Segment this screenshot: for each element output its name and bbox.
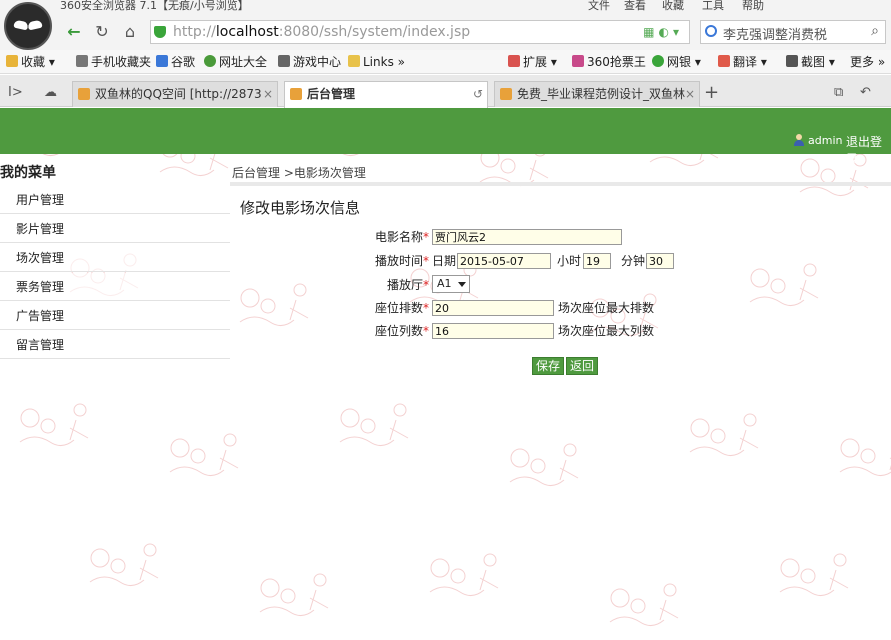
google-icon xyxy=(156,55,168,67)
sidebar-item-messages[interactable]: 留言管理 xyxy=(0,331,230,359)
url-field[interactable]: http://localhost:8080/ssh/system/index.j… xyxy=(150,20,690,44)
movie-name-label: 电影名称* xyxy=(375,230,430,244)
bookmark-screenshot[interactable]: 截图 ▾ xyxy=(786,54,835,70)
bookmark-links[interactable]: Links » xyxy=(348,54,405,70)
tab-course-design[interactable]: 免费_毕业课程范例设计_双鱼林 × xyxy=(494,81,700,107)
url-text: http://localhost:8080/ssh/system/index.j… xyxy=(173,24,471,40)
back-arrow-icon[interactable]: ← xyxy=(64,22,84,42)
security-shield-icon xyxy=(154,26,166,38)
sidebar-item-tickets[interactable]: 票务管理 xyxy=(0,273,230,301)
user-icon xyxy=(794,134,804,146)
hour-input[interactable] xyxy=(583,253,611,269)
admin-header: admin 退出登录 xyxy=(0,108,891,166)
new-tab-icon[interactable]: + xyxy=(704,81,719,105)
tab-favicon-icon xyxy=(290,88,302,100)
page-title: 修改电影场次信息 xyxy=(240,199,361,217)
chevron-down-icon xyxy=(458,282,466,287)
tab-list-icon[interactable]: ⧉ xyxy=(834,85,843,100)
seat-cols-label: 座位列数* xyxy=(375,324,430,338)
bookmark-games[interactable]: 游戏中心 xyxy=(278,54,341,70)
sidebar-item-movies[interactable]: 影片管理 xyxy=(0,215,230,243)
gamepad-icon xyxy=(278,55,290,67)
star-icon xyxy=(6,55,18,67)
seat-rows-hint: 场次座位最大排数 xyxy=(558,301,655,315)
breadcrumb-divider xyxy=(230,182,891,186)
bookmark-favorites[interactable]: 收藏 ▾ xyxy=(6,54,55,70)
hall-label: 播放厅* xyxy=(387,278,430,292)
bookmark-sites[interactable]: 网址大全 xyxy=(204,54,267,70)
seat-rows-label: 座位排数* xyxy=(375,301,430,315)
search-input[interactable]: 李克强调整消费税 ⌕ xyxy=(700,20,886,44)
bookmarks-bar: 收藏 ▾ 手机收藏夹 谷歌 网址大全 游戏中心 Links » 扩展 ▾ 360… xyxy=(0,50,891,74)
tab-favicon-icon xyxy=(500,88,512,100)
minute-input[interactable] xyxy=(646,253,674,269)
menu-tools[interactable]: 工具 xyxy=(702,0,724,12)
bookmark-mobile[interactable]: 手机收藏夹 xyxy=(76,54,151,70)
date-input[interactable] xyxy=(457,253,551,269)
current-user: admin xyxy=(808,134,843,147)
menu-favorites[interactable]: 收藏 xyxy=(662,0,684,12)
menu-title: 我的菜单 xyxy=(0,165,56,181)
home-icon[interactable]: ⌂ xyxy=(120,22,140,42)
search-engine-icon xyxy=(705,25,717,37)
menu-view[interactable]: 查看 xyxy=(624,0,646,12)
minute-label: 分钟 xyxy=(621,254,646,268)
browser-title: 360安全浏览器 7.1【无痕/小号浏览】 xyxy=(60,0,249,12)
movie-name-input[interactable] xyxy=(432,229,622,245)
tab-bar: I> ☁ 双鱼林的QQ空间 [http://2873 × 后台管理 ↺ 免费_毕业课… xyxy=(0,75,891,108)
seat-cols-input[interactable] xyxy=(432,323,554,339)
globe-icon xyxy=(204,55,216,67)
phone-icon xyxy=(76,55,88,67)
address-toolbar: ← ↻ ⌂ http://localhost:8080/ssh/system/i… xyxy=(0,14,891,50)
extension-icon xyxy=(508,55,520,67)
undo-close-icon[interactable]: ↶ xyxy=(860,85,871,100)
translate-icon xyxy=(718,55,730,67)
browser-title-bar: 360安全浏览器 7.1【无痕/小号浏览】 文件 查看 收藏 工具 帮助 xyxy=(0,0,891,14)
bookmark-google[interactable]: 谷歌 xyxy=(156,54,195,70)
sidebar-toggle-icon[interactable]: I> xyxy=(8,85,23,100)
close-icon: × xyxy=(262,87,273,101)
breadcrumb: 后台管理 >电影场次管理 xyxy=(232,166,366,180)
url-action-icons[interactable]: ▦◐▾ xyxy=(643,25,683,39)
date-label: 日期 xyxy=(432,254,457,268)
tab-admin[interactable]: 后台管理 ↺ xyxy=(284,81,488,108)
tab-qq-space[interactable]: 双鱼林的QQ空间 [http://2873 × xyxy=(72,81,278,107)
seat-cols-hint: 场次座位最大列数 xyxy=(558,324,655,338)
menu-file[interactable]: 文件 xyxy=(588,0,610,12)
browser-logo-icon xyxy=(4,2,52,50)
reload-icon[interactable]: ↻ xyxy=(92,22,112,42)
sidebar-item-users[interactable]: 用户管理 xyxy=(0,186,230,214)
seat-rows-input[interactable] xyxy=(432,300,554,316)
save-button[interactable]: 保存 xyxy=(532,357,565,375)
menu-help[interactable]: 帮助 xyxy=(742,0,764,12)
bookmark-more[interactable]: 更多 » xyxy=(850,54,885,70)
bookmark-bank[interactable]: 网银 ▾ xyxy=(652,54,701,70)
hall-select[interactable]: A1 xyxy=(432,275,470,293)
scissors-icon xyxy=(786,55,798,67)
hour-label: 小时 xyxy=(557,254,582,268)
back-button[interactable]: 返回 xyxy=(566,357,599,375)
bookmark-translate[interactable]: 翻译 ▾ xyxy=(718,54,767,70)
bank-icon xyxy=(652,55,664,67)
folder-icon xyxy=(348,55,360,67)
bookmark-extensions[interactable]: 扩展 ▾ xyxy=(508,54,557,70)
cloud-icon[interactable]: ☁ xyxy=(44,85,57,100)
logout-link[interactable]: 退出登录 xyxy=(846,133,891,167)
bookmark-ticket[interactable]: 360抢票王 xyxy=(572,54,646,70)
sidebar-item-ads[interactable]: 广告管理 xyxy=(0,302,230,330)
ticket-icon xyxy=(572,55,584,67)
play-time-label: 播放时间* xyxy=(375,254,430,268)
sidebar-menu: 我的菜单 用户管理 影片管理 场次管理 票务管理 广告管理 留言管理 xyxy=(0,162,230,640)
tab-favicon-icon xyxy=(78,88,90,100)
close-icon: ↺ xyxy=(472,87,483,101)
sidebar-item-screenings[interactable]: 场次管理 xyxy=(0,244,230,272)
search-icon[interactable]: ⌕ xyxy=(871,23,879,39)
close-icon: × xyxy=(684,87,695,101)
